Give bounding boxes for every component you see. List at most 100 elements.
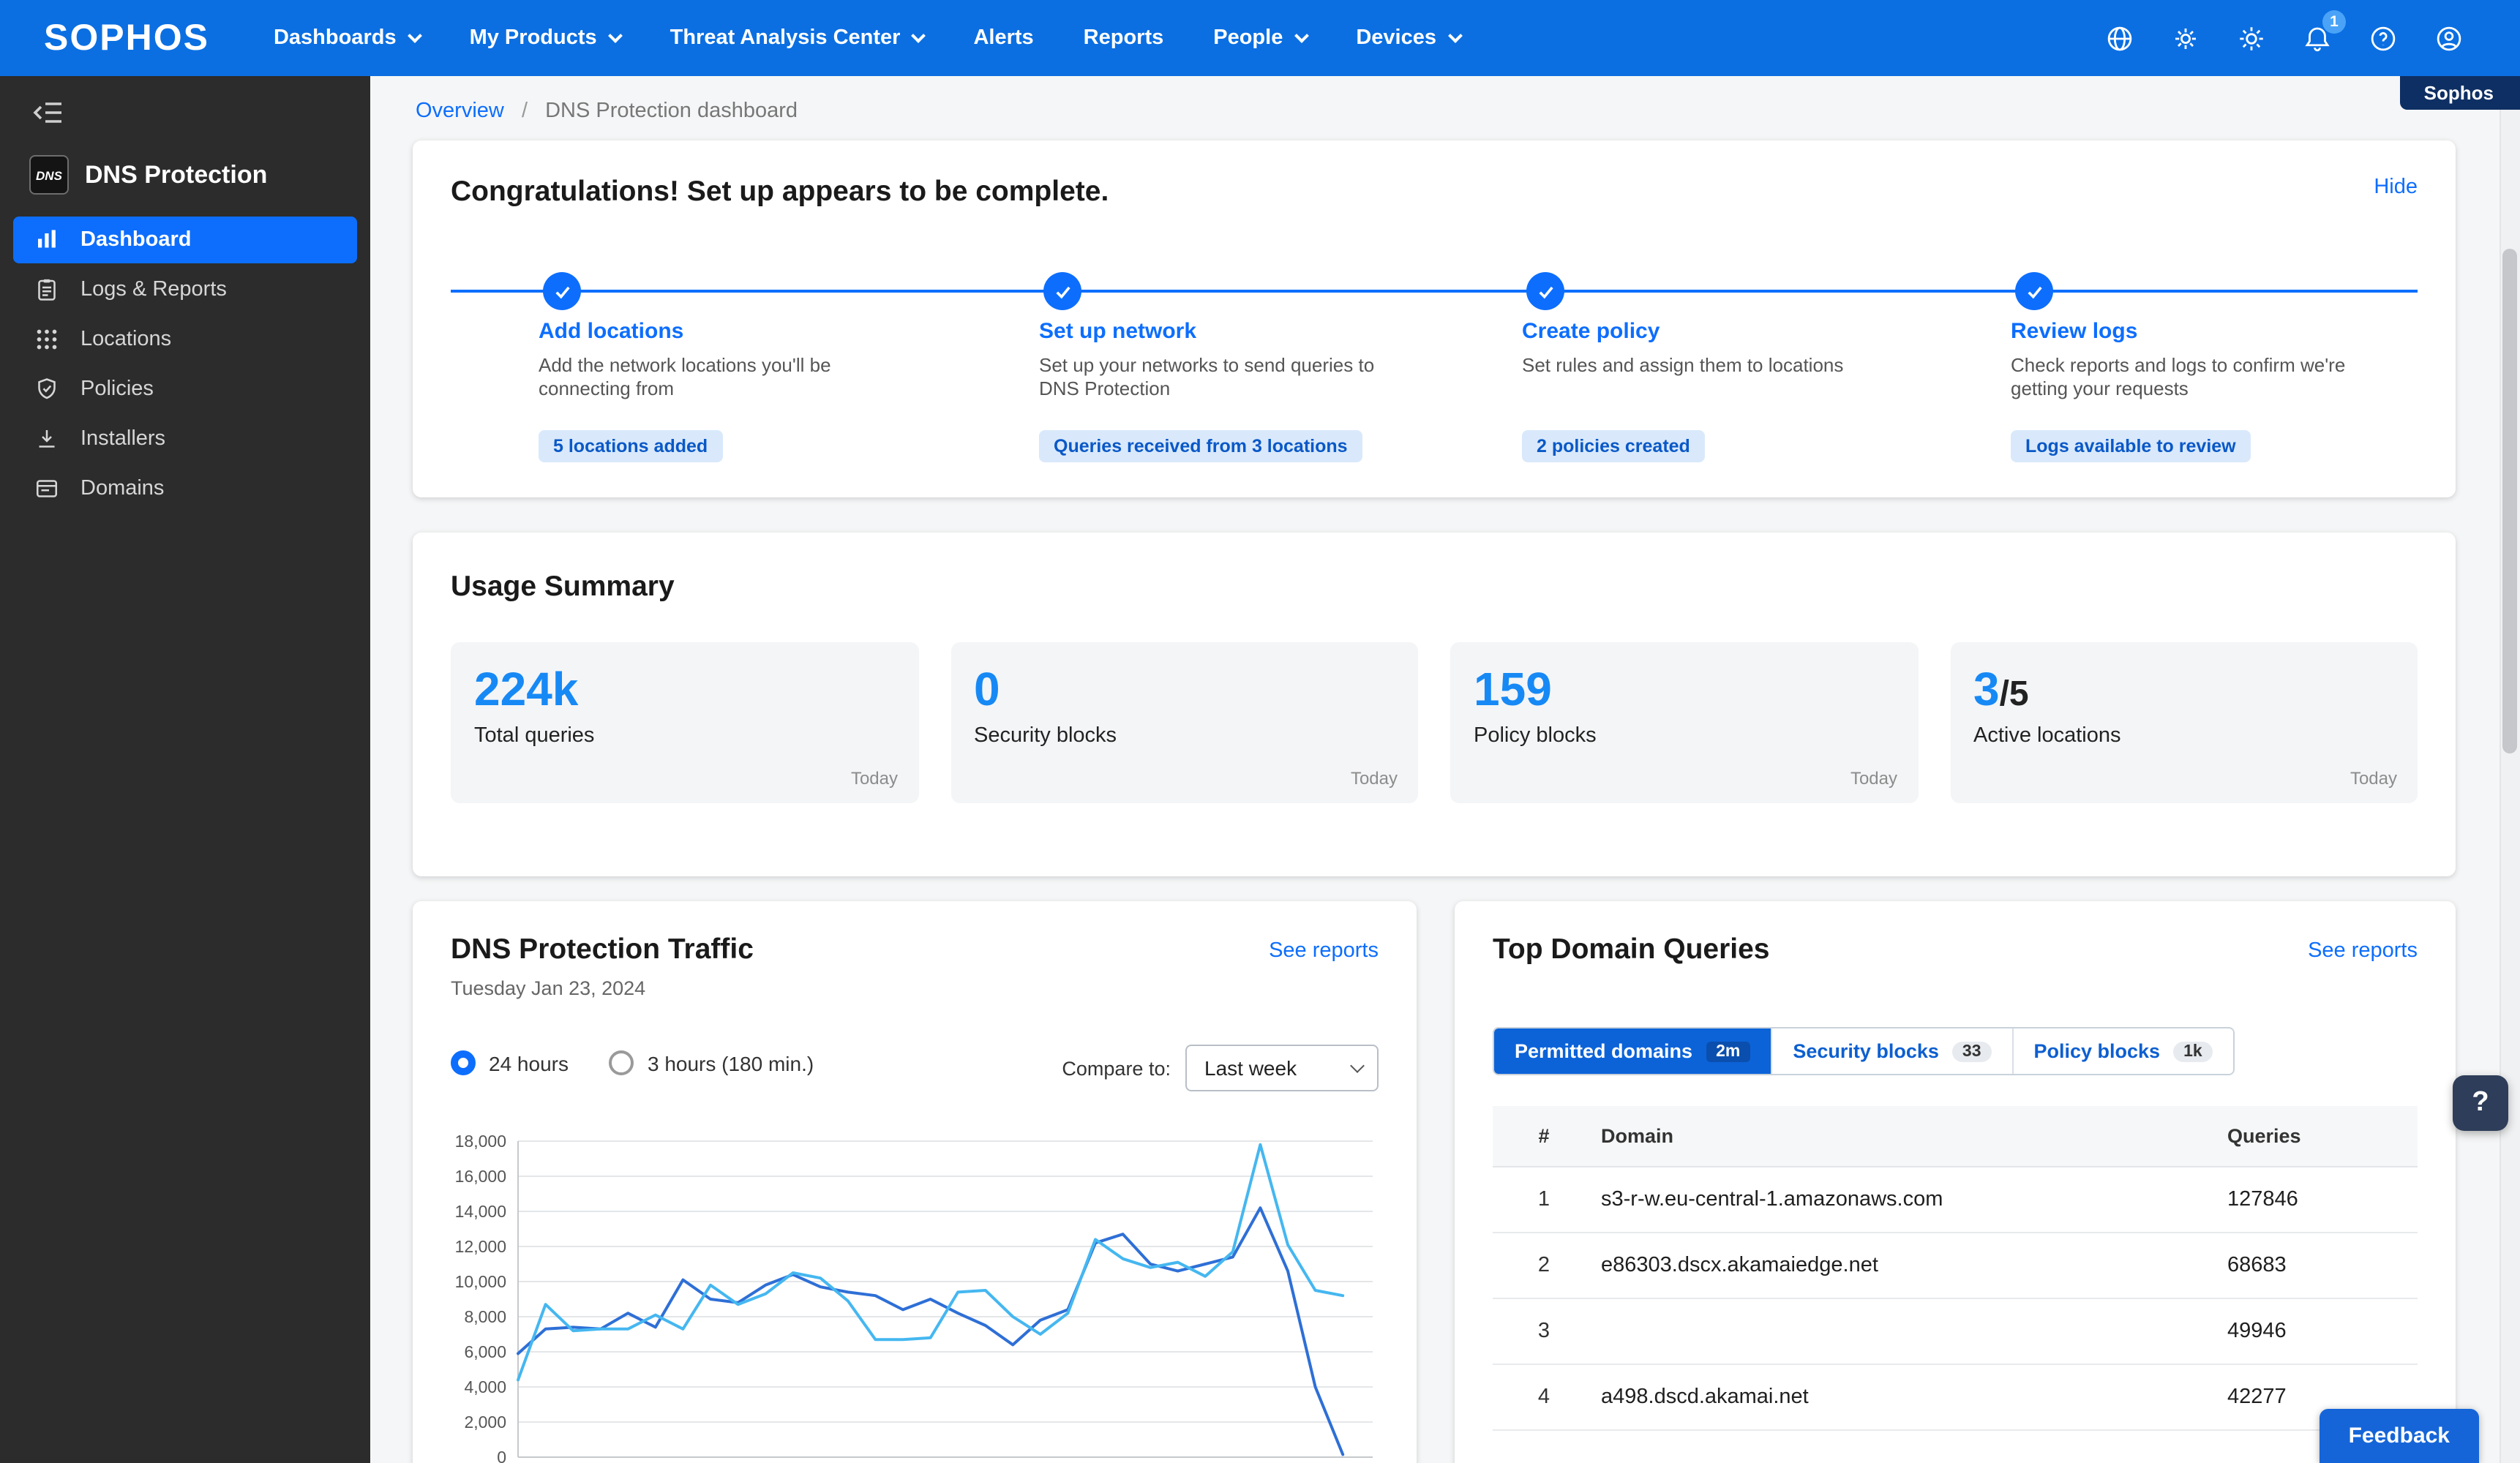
nav-alerts[interactable]: Alerts xyxy=(973,26,1033,50)
step-status-badge[interactable]: Queries received from 3 locations xyxy=(1039,430,1362,462)
tab-count-badge: 33 xyxy=(1951,1041,1992,1061)
breadcrumb-overview-link[interactable]: Overview xyxy=(416,99,504,123)
scrollbar-thumb[interactable] xyxy=(2502,249,2517,753)
notifications-bell-icon[interactable]: 1 xyxy=(2298,10,2346,57)
nav-threat-analysis-center[interactable]: Threat Analysis Center xyxy=(670,26,926,50)
step-status-badge[interactable]: 2 policies created xyxy=(1522,430,1705,462)
nav-reports-label: Reports xyxy=(1083,26,1164,50)
sidebar-item-label: Dashboard xyxy=(80,228,192,252)
setup-card-title: Congratulations! Set up appears to be co… xyxy=(451,176,1109,208)
nav-devices-label: Devices xyxy=(1356,26,1436,50)
sidebar-item-label: Installers xyxy=(80,427,166,451)
step-status-badge[interactable]: 5 locations added xyxy=(539,430,723,462)
cell-rank: 1 xyxy=(1537,1188,1550,1211)
product-header: DNS DNS Protection xyxy=(29,155,370,195)
traffic-see-reports-link[interactable]: See reports xyxy=(1269,939,1379,963)
tab-count-badge: 2m xyxy=(1706,1041,1751,1061)
svg-text:14,000: 14,000 xyxy=(455,1202,506,1221)
compare-select[interactable]: Last week xyxy=(1185,1045,1379,1091)
step-status-badge[interactable]: Logs available to review xyxy=(2011,430,2251,462)
sidebar-collapse-icon[interactable] xyxy=(32,97,67,132)
column-header-queries: Queries xyxy=(2227,1125,2301,1147)
nav-reports[interactable]: Reports xyxy=(1084,26,1164,50)
sidebar-item-domains[interactable]: Domains xyxy=(13,465,357,512)
bottom-row: DNS Protection Traffic See reports Tuesd… xyxy=(413,901,2456,1463)
sophos-assistant-tab[interactable]: Sophos xyxy=(2400,76,2520,110)
setup-step-add-locations: Add locations Add the network locations … xyxy=(539,319,978,462)
stat-label: Total queries xyxy=(474,723,595,748)
step-description: Set rules and assign them to locations xyxy=(1522,354,1844,376)
table-row[interactable]: 3 49946 xyxy=(1493,1299,2418,1365)
top-domain-queries-card: Top Domain Queries See reports Permitted… xyxy=(1455,901,2456,1463)
setup-complete-card: Congratulations! Set up appears to be co… xyxy=(413,140,2456,497)
globe-icon[interactable] xyxy=(2100,19,2138,57)
sidebar: DNS DNS Protection Dashboard Logs & Repo… xyxy=(0,76,370,1463)
sidebar-nav: Dashboard Logs & Reports Locations Polic… xyxy=(0,215,370,514)
nav-people[interactable]: People xyxy=(1213,26,1309,50)
top-navigation-bar: SOPHOS Dashboards My Products Threat Ana… xyxy=(0,0,2520,76)
table-row[interactable]: 2 e86303.dscx.akamaiedge.net 68683 xyxy=(1493,1233,2418,1299)
stat-label: Active locations xyxy=(1973,723,2121,748)
sophos-logo[interactable]: SOPHOS xyxy=(44,17,209,59)
cell-rank: 2 xyxy=(1537,1254,1550,1277)
brightness-icon[interactable] xyxy=(2232,19,2270,57)
radio-3-hours[interactable]: 3 hours (180 min.) xyxy=(609,1050,814,1075)
cell-queries: 42277 xyxy=(2227,1385,2287,1409)
tab-label: Permitted domains xyxy=(1515,1040,1693,1062)
sidebar-item-logs-reports[interactable]: Logs & Reports xyxy=(13,266,357,313)
feedback-button[interactable]: Feedback xyxy=(2319,1409,2479,1463)
account-icon[interactable] xyxy=(2429,19,2467,57)
step-title: Create policy xyxy=(1522,319,1660,344)
nav-dashboards[interactable]: Dashboards xyxy=(273,26,422,50)
help-icon[interactable] xyxy=(2363,19,2401,57)
sidebar-item-policies[interactable]: Policies xyxy=(13,366,357,413)
sidebar-item-dashboard[interactable]: Dashboard xyxy=(13,217,357,263)
floating-help-button[interactable]: ? xyxy=(2453,1075,2508,1131)
step-title: Review logs xyxy=(2011,319,2138,344)
shield-check-icon xyxy=(38,378,56,399)
domain-tabs: Permitted domains 2m Security blocks 33 … xyxy=(1493,1027,2235,1075)
stat-policy-blocks: 159 Policy blocks Today xyxy=(1450,642,1918,803)
breadcrumb-separator: / xyxy=(521,99,528,123)
stat-value: 3 xyxy=(1973,663,2000,715)
cell-queries: 127846 xyxy=(2227,1188,2298,1211)
page-scrollbar[interactable] xyxy=(2500,76,2520,1463)
table-header-row: # Domain Queries xyxy=(1493,1106,2418,1167)
chevron-down-icon xyxy=(911,29,926,43)
stepper-line xyxy=(451,290,2418,293)
sidebar-item-label: Logs & Reports xyxy=(80,278,227,301)
radio-24-hours[interactable]: 24 hours xyxy=(451,1050,569,1075)
sidebar-item-label: Policies xyxy=(80,377,154,401)
usage-stats: 224k Total queries Today 0 Security bloc… xyxy=(451,642,2418,803)
table-row[interactable]: 1 s3-r-w.eu-central-1.amazonaws.com 1278… xyxy=(1493,1167,2418,1233)
setup-step-review-logs: Review logs Check reports and logs to co… xyxy=(2011,319,2450,462)
domain-queries-table: # Domain Queries 1 s3-r-w.eu-central-1.a… xyxy=(1493,1106,2418,1431)
sidebar-item-installers[interactable]: Installers xyxy=(13,415,357,462)
nav-my-products-label: My Products xyxy=(469,26,597,50)
stat-total-queries: 224k Total queries Today xyxy=(451,642,918,803)
step-title: Set up network xyxy=(1039,319,1197,344)
nav-my-products[interactable]: My Products xyxy=(469,26,623,50)
tab-security-blocks[interactable]: Security blocks 33 xyxy=(1771,1028,2012,1074)
usage-summary-card: Usage Summary 224k Total queries Today 0… xyxy=(413,533,2456,876)
download-icon xyxy=(39,430,55,448)
sidebar-item-locations[interactable]: Locations xyxy=(13,316,357,363)
step-check-icon xyxy=(1043,272,1081,310)
dns-traffic-card: DNS Protection Traffic See reports Tuesd… xyxy=(413,901,1417,1463)
table-row[interactable]: 4 a498.dscd.akamai.net 42277 xyxy=(1493,1365,2418,1431)
step-check-icon xyxy=(543,272,581,310)
grid-dots-icon xyxy=(37,329,57,350)
tab-permitted-domains[interactable]: Permitted domains 2m xyxy=(1494,1028,1771,1074)
nav-dashboards-label: Dashboards xyxy=(273,26,397,50)
nav-threat-analysis-center-label: Threat Analysis Center xyxy=(670,26,901,50)
gear-icon[interactable] xyxy=(2166,19,2204,57)
app-window: SOPHOS Dashboards My Products Threat Ana… xyxy=(0,0,2520,1463)
nav-devices[interactable]: Devices xyxy=(1356,26,1462,50)
tab-policy-blocks[interactable]: Policy blocks 1k xyxy=(2011,1028,2233,1074)
usage-summary-title: Usage Summary xyxy=(451,571,675,603)
radio-unselected-icon xyxy=(609,1050,634,1075)
domains-see-reports-link[interactable]: See reports xyxy=(2308,939,2418,963)
breadcrumb-current: DNS Protection dashboard xyxy=(545,99,798,123)
hide-link[interactable]: Hide xyxy=(2374,176,2418,199)
svg-text:0: 0 xyxy=(497,1448,506,1463)
